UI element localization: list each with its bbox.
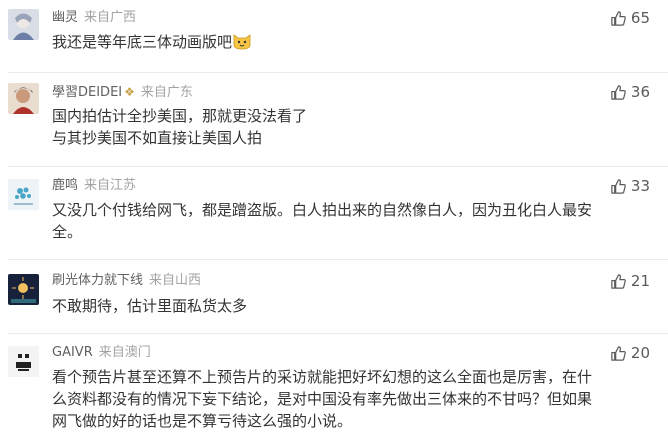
comment-text: 国内拍估计全抄美国，那就更没法看了 与其抄美国不如直接让美国人拍	[52, 105, 652, 149]
comment-text: 我还是等年底三体动画版吧	[52, 31, 652, 56]
location: 来自江苏	[84, 178, 137, 193]
comment-meta: 學習DEIDEI ❖ 来自广东	[52, 84, 193, 101]
thumbs-up-icon	[611, 345, 626, 361]
comment-line: 国内拍估计全抄美国，那就更没法看了	[52, 107, 308, 125]
like-count: 33	[630, 177, 650, 195]
comment-item: 鹿鸣 来自江苏 33 又没几个付钱给网飞，都是蹭盗版。白人拍出来的自然像白人，因为…	[0, 167, 668, 259]
comment-line: 网飞做的好的话也是不算亏待这么强的小说。	[52, 412, 353, 430]
username[interactable]: GAIVR	[52, 345, 93, 360]
comment-text: 不敢期待，估计里面私货太多	[52, 295, 652, 317]
comment-item: GAIVR 来自澳门 20 看个预告片甚至还算不上预告片的采访就能把好坏幻想的这么…	[0, 334, 668, 435]
location: 来自澳门	[98, 345, 151, 360]
like-count: 65	[630, 9, 650, 27]
location: 来自山西	[149, 273, 202, 288]
comment-line: 不敢期待，估计里面私货太多	[52, 297, 248, 315]
comment-line: 么资料都没有的情况下妄下结论，是对中国没有率先做出三体来的不甘吗？但如果	[52, 390, 593, 408]
comment-text: 看个预告片甚至还算不上预告片的采访就能把好坏幻想的这么全面也是厉害，在什 么资料…	[52, 366, 652, 432]
avatar[interactable]	[8, 274, 39, 305]
like-button[interactable]: 33	[610, 177, 650, 195]
comment-item: 學習DEIDEI ❖ 来自广东 36 国内拍估计全抄美国，那就更没法看了 与其抄美国…	[0, 73, 668, 173]
thumbs-up-icon	[611, 84, 626, 100]
location: 来自广东	[140, 85, 193, 100]
comment-line: 看个预告片甚至还算不上预告片的采访就能把好坏幻想的这么全面也是厉害，在什	[52, 368, 593, 386]
avatar[interactable]	[8, 9, 39, 40]
avatar[interactable]	[8, 346, 39, 377]
username[interactable]: 幽灵	[52, 10, 78, 25]
comment-meta: GAIVR 来自澳门	[52, 345, 151, 361]
thumbs-up-icon	[611, 178, 626, 194]
like-count: 20	[630, 344, 650, 362]
comment-meta: 刷光体力就下线 来自山西	[52, 273, 201, 289]
like-button[interactable]: 36	[610, 83, 650, 101]
comment-line: 全。	[52, 223, 83, 241]
avatar[interactable]	[8, 179, 39, 210]
username[interactable]: 學習DEIDEI	[52, 85, 122, 100]
comment-line: 与其抄美国不如直接让美国人拍	[52, 129, 263, 147]
username[interactable]: 刷光体力就下线	[52, 273, 143, 288]
cat-emoji-icon	[232, 32, 252, 56]
like-count: 36	[630, 83, 650, 101]
thumbs-up-icon	[611, 10, 626, 26]
username[interactable]: 鹿鸣	[52, 178, 78, 193]
comment-text: 又没几个付钱给网飞，都是蹭盗版。白人拍出来的自然像白人，因为丑化白人最安 全。	[52, 199, 652, 243]
like-button[interactable]: 21	[610, 272, 650, 290]
comment-meta: 幽灵 来自广西	[52, 10, 136, 26]
comment-feed: 幽灵 来自广西 65 我还是等年底三体动画版吧 學習DEIDEI ❖ 来自广东 36	[0, 0, 668, 435]
like-count: 21	[630, 272, 650, 290]
comment-item: 刷光体力就下线 来自山西 21 不敢期待，估计里面私货太多	[0, 260, 668, 334]
vip-badge-icon: ❖	[124, 85, 135, 99]
comment-item: 幽灵 来自广西 65 我还是等年底三体动画版吧	[0, 0, 668, 72]
comment-meta: 鹿鸣 来自江苏	[52, 178, 136, 194]
comment-line: 我还是等年底三体动画版吧	[52, 33, 233, 51]
like-button[interactable]: 65	[610, 9, 650, 27]
thumbs-up-icon	[611, 273, 626, 289]
like-button[interactable]: 20	[610, 344, 650, 362]
avatar[interactable]	[8, 83, 39, 114]
location: 来自广西	[84, 10, 137, 25]
comment-line: 又没几个付钱给网飞，都是蹭盗版。白人拍出来的自然像白人，因为丑化白人最安	[52, 201, 593, 219]
